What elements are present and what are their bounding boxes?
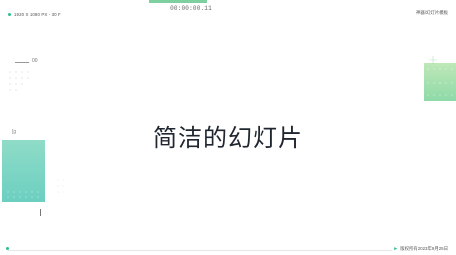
timecode: 00:00:00.11 [170, 5, 212, 12]
left-number: 00 [32, 58, 38, 64]
faint-dot-decoration [57, 179, 64, 193]
sparkle-icon [429, 56, 437, 64]
slide-title: 简洁的幻灯片 [153, 124, 303, 152]
footer-copyright-text: 版权所有2023年9月25日 [400, 246, 448, 251]
mint-panel-right [424, 63, 456, 101]
vertical-tick [40, 209, 41, 216]
brand-label: 神器/幻灯片模板 [416, 10, 448, 15]
slide-stage: 1920 X 1080 PX - 30 F 00:00:00.11 神器/幻灯片… [0, 0, 456, 255]
top-accent-bar [149, 0, 207, 3]
resolution-text: 1920 X 1080 PX - 30 F [14, 11, 61, 17]
resolution-label: 1920 X 1080 PX - 30 F [8, 10, 61, 18]
panel-dot-pattern [427, 68, 453, 96]
decorative-line [15, 62, 29, 63]
dot-grid-decoration [9, 71, 29, 91]
arrow-right-icon: ► [393, 246, 399, 252]
bottom-divider [8, 250, 392, 251]
status-dot-icon [8, 12, 11, 16]
footer-copyright: ► 版权所有2023年9月25日 [393, 246, 448, 252]
